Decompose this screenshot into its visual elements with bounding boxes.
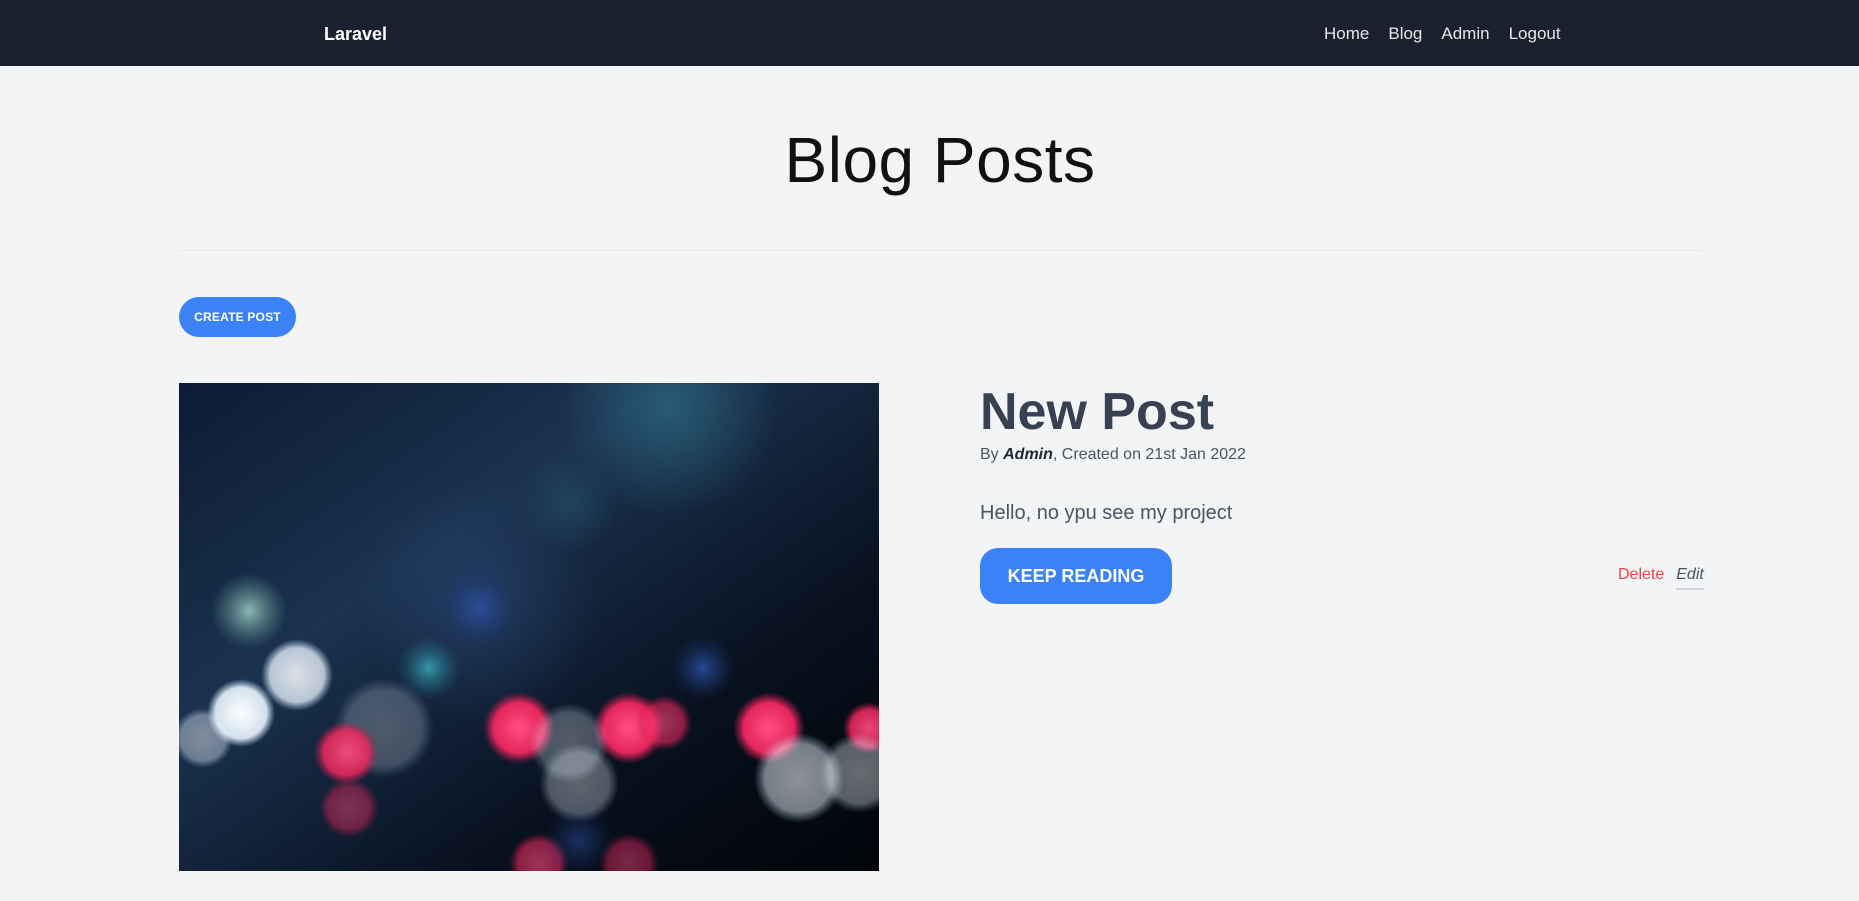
- keep-reading-button[interactable]: Keep Reading: [980, 548, 1172, 604]
- post-actions: Delete Edit: [1618, 565, 1704, 590]
- nav-link-blog[interactable]: Blog: [1388, 22, 1422, 46]
- post-image: [179, 383, 879, 871]
- nav-link-admin[interactable]: Admin: [1441, 22, 1489, 46]
- post-meta: By Admin, Created on 21st Jan 2022: [980, 444, 1246, 466]
- post-title: New Post: [980, 383, 1215, 441]
- post-meta-prefix: By: [980, 446, 1004, 463]
- brand-logo-link[interactable]: Laravel: [324, 22, 387, 46]
- post-author: Admin: [1003, 446, 1053, 463]
- main-nav: Home Blog Admin Logout: [1324, 22, 1561, 46]
- post-excerpt: Hello, no ypu see my project: [980, 502, 1233, 524]
- page-title: Blog Posts: [784, 124, 1096, 196]
- create-post-button[interactable]: Create Post: [179, 297, 296, 337]
- edit-post-link[interactable]: Edit: [1676, 565, 1704, 590]
- delete-post-link[interactable]: Delete: [1618, 565, 1664, 585]
- nav-link-logout[interactable]: Logout: [1509, 22, 1561, 46]
- nav-link-home[interactable]: Home: [1324, 22, 1369, 46]
- post-date: , Created on 21st Jan 2022: [1052, 446, 1246, 463]
- top-navbar: Laravel Home Blog Admin Logout: [0, 0, 1859, 66]
- title-divider: [179, 250, 1702, 251]
- bokeh-city-lights-image: [179, 383, 879, 871]
